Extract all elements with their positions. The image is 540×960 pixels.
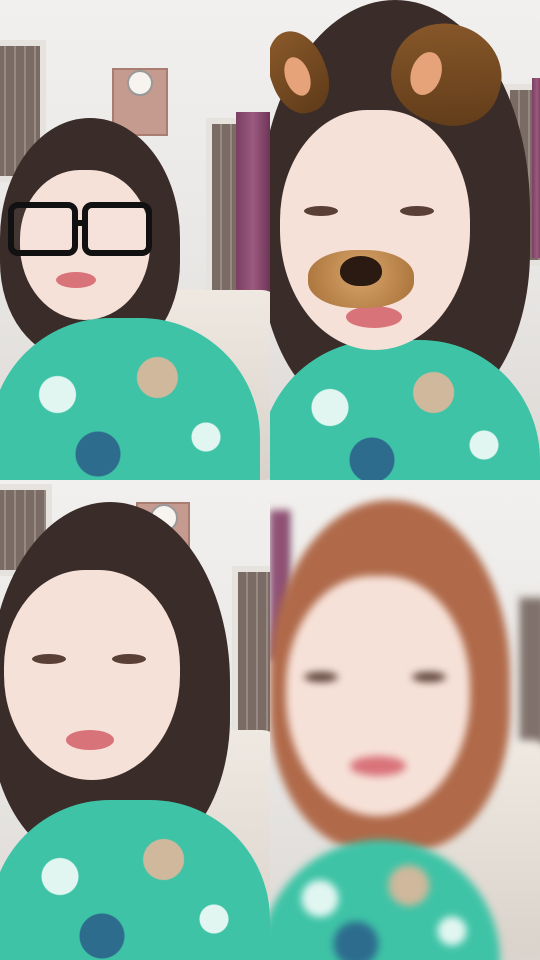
eye bbox=[112, 654, 146, 664]
curtain bbox=[236, 112, 270, 292]
eye bbox=[412, 672, 446, 682]
dog-nose-icon bbox=[340, 256, 382, 286]
eye bbox=[304, 672, 338, 682]
clock-icon bbox=[127, 70, 153, 96]
window bbox=[232, 566, 270, 748]
face bbox=[286, 576, 470, 816]
face bbox=[280, 110, 470, 350]
eye bbox=[32, 654, 66, 664]
dog-muzzle-icon bbox=[308, 250, 414, 308]
photo-panel-dog bbox=[270, 0, 540, 480]
photo-collage bbox=[0, 0, 540, 960]
face bbox=[4, 570, 180, 780]
curtain bbox=[532, 78, 540, 258]
lips bbox=[346, 306, 402, 328]
lips bbox=[350, 756, 406, 776]
photo-panel-plain bbox=[0, 480, 270, 960]
eye bbox=[304, 206, 338, 216]
lips bbox=[56, 272, 96, 288]
photo-panel-glasses bbox=[0, 0, 270, 480]
eye bbox=[400, 206, 434, 216]
photo-panel-red-hair bbox=[270, 480, 540, 960]
lips bbox=[66, 730, 114, 750]
glasses-icon bbox=[8, 200, 152, 260]
